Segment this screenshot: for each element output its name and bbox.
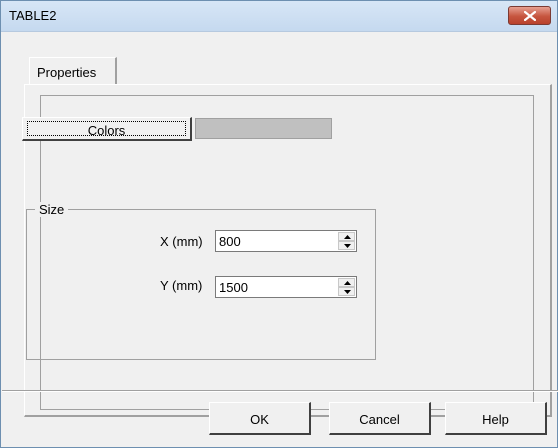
colors-button-label: Colors	[87, 123, 126, 138]
x-spin-arrows	[338, 232, 355, 250]
close-icon	[524, 11, 536, 21]
y-mm-value[interactable]: 1500	[219, 280, 248, 295]
tab-properties-label: Properties	[37, 65, 97, 80]
ok-button-label: OK	[250, 412, 269, 427]
y-mm-spinbox[interactable]: 1500	[215, 276, 357, 298]
y-spin-down-button[interactable]	[338, 287, 355, 296]
colors-button[interactable]: Colors	[22, 117, 192, 141]
cancel-button[interactable]: Cancel	[329, 402, 431, 435]
close-button[interactable]	[508, 6, 551, 25]
x-mm-label: X (mm)	[160, 234, 203, 249]
spin-up-arrow-icon	[344, 235, 351, 239]
spin-up-arrow-icon	[344, 281, 351, 285]
x-mm-spinbox[interactable]: 800	[215, 230, 357, 252]
size-group-legend: Size	[35, 202, 69, 217]
dialog-client-area: Properties Colors Size X (mm) 800 Y (mm)	[2, 32, 558, 446]
help-button[interactable]: Help	[445, 402, 547, 435]
spin-down-arrow-icon	[344, 244, 351, 248]
dialog-window: TABLE2 Properties Colors Size X (mm) 800	[0, 0, 558, 448]
spin-down-arrow-icon	[344, 290, 351, 294]
y-spin-arrows	[338, 278, 355, 296]
tab-properties[interactable]: Properties	[29, 57, 117, 84]
y-mm-label: Y (mm)	[160, 278, 203, 293]
title-bar[interactable]: TABLE2	[1, 1, 557, 32]
x-spin-down-button[interactable]	[338, 241, 355, 250]
cancel-button-label: Cancel	[359, 412, 400, 427]
ok-button[interactable]: OK	[209, 402, 311, 435]
button-separator	[2, 390, 558, 392]
x-spin-up-button[interactable]	[338, 232, 355, 241]
help-button-label: Help	[482, 412, 509, 427]
window-title: TABLE2	[9, 8, 57, 23]
color-swatch	[195, 118, 332, 139]
x-mm-value[interactable]: 800	[219, 234, 241, 249]
y-spin-up-button[interactable]	[338, 278, 355, 287]
